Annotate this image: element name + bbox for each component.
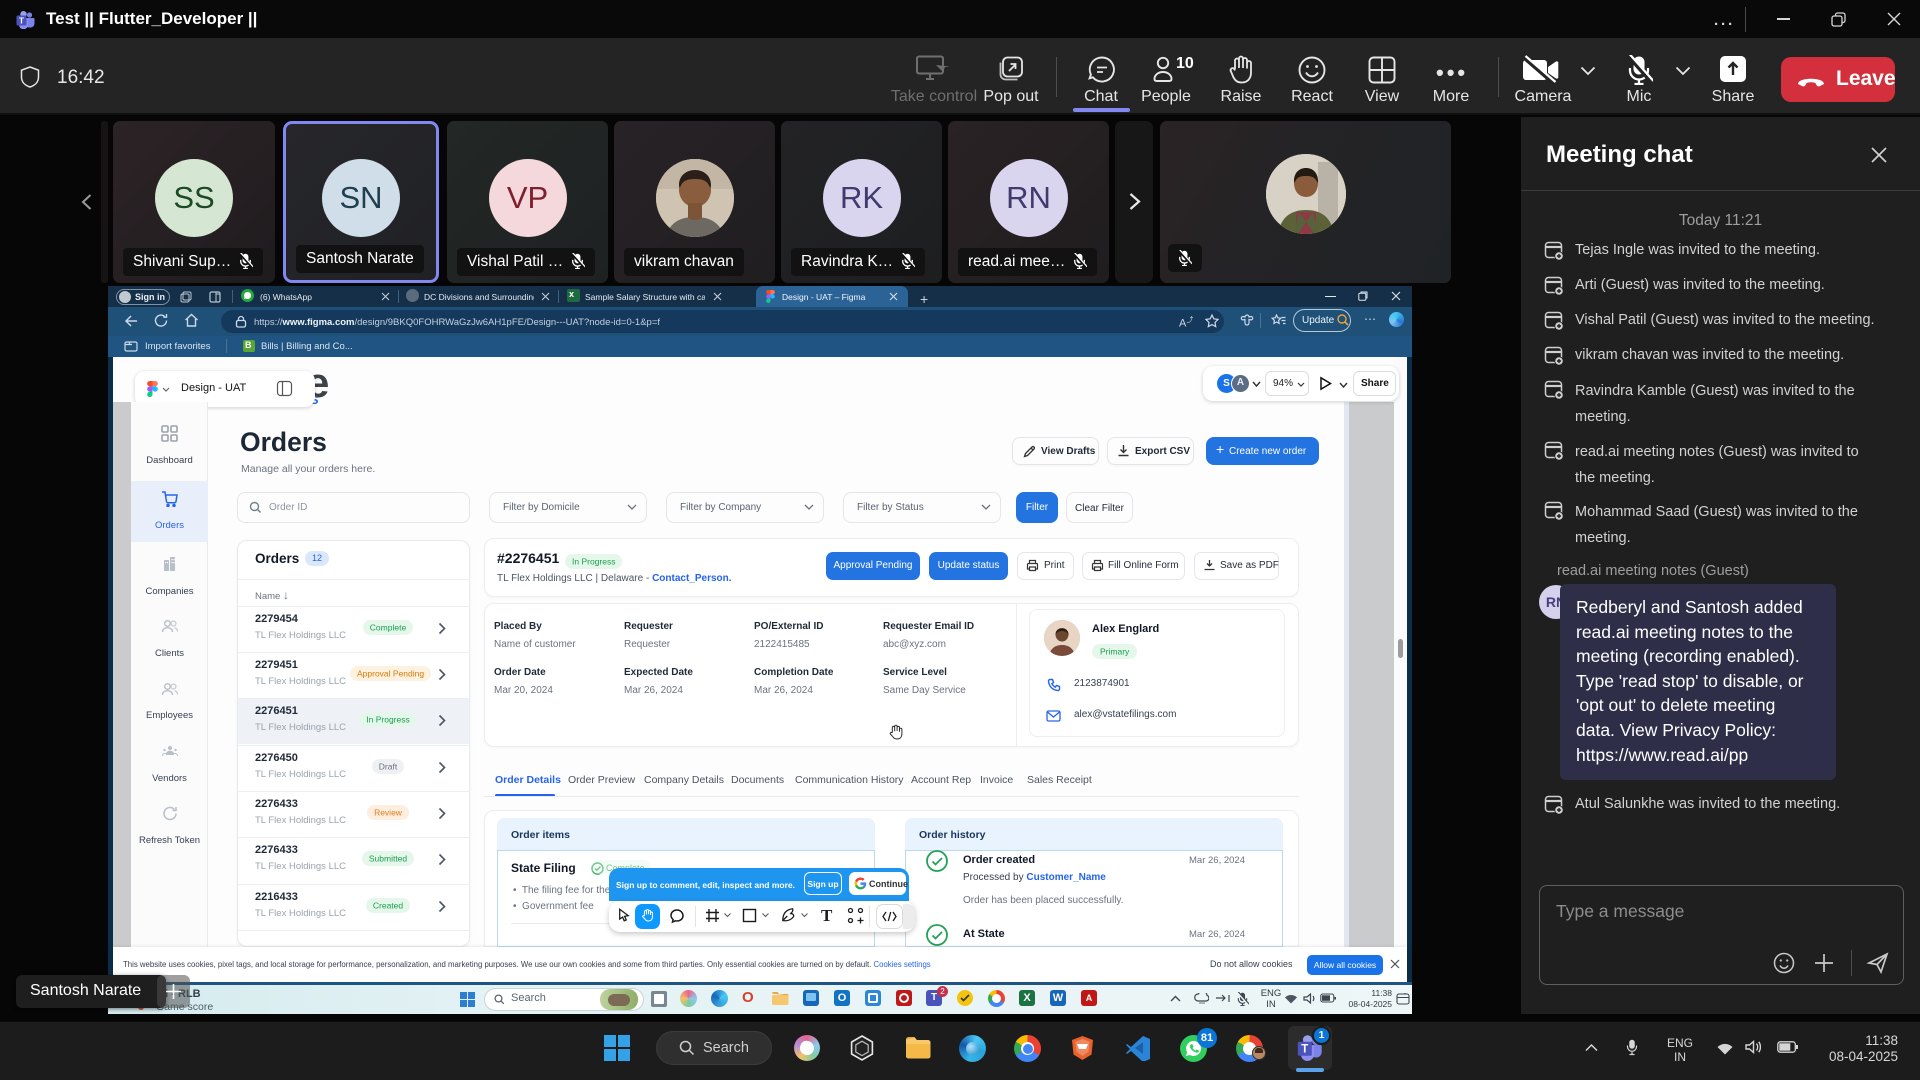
svg-text:T: T [1301,1044,1308,1056]
svg-text:T: T [19,15,25,25]
